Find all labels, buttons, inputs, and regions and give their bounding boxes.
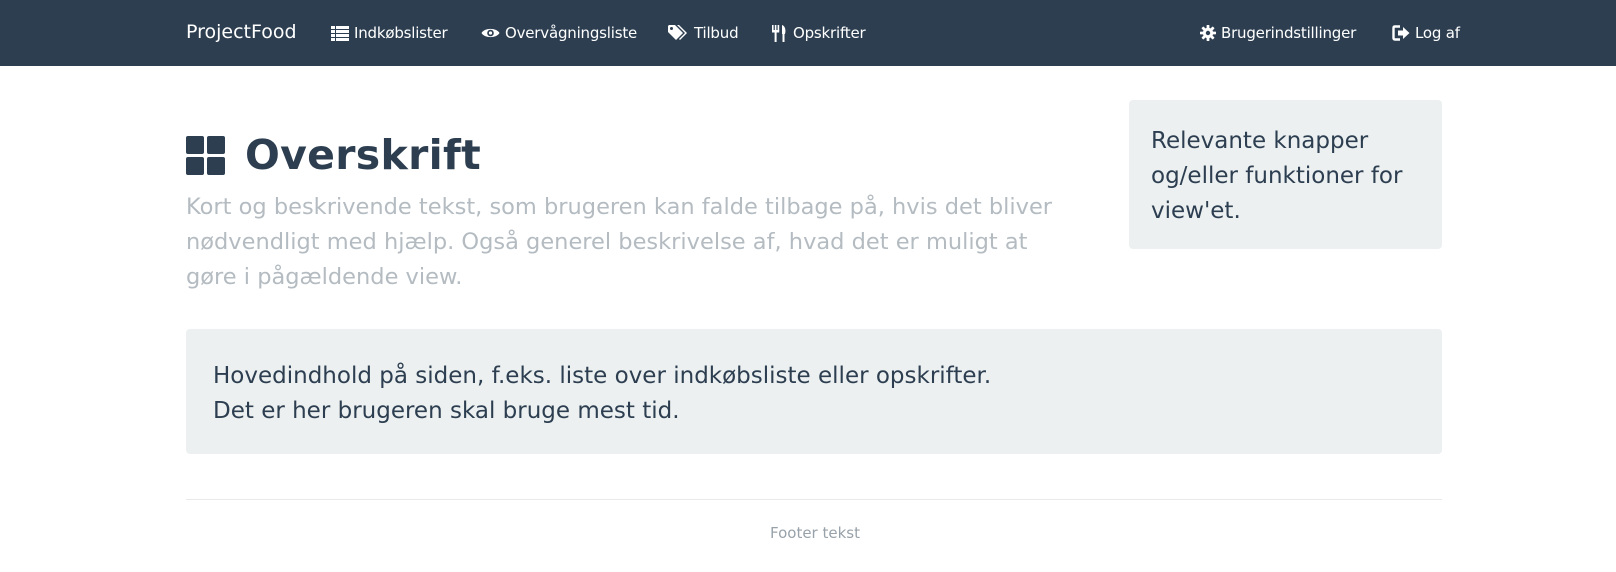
eye-icon [481,28,500,38]
nav-item-log-out[interactable]: Log af [1392,0,1460,66]
nav-item-watchlist[interactable]: Overvågningsliste [481,0,637,66]
page-title: Overskrift [245,131,481,179]
main-content-panel: Hovedindhold på siden, f.eks. liste over… [186,329,1442,454]
nav-item-label: Tilbud [694,24,739,42]
page-description: Kort og beskrivende tekst, som brugeren … [186,194,1053,290]
actions-panel-text: Relevante knapper og/eller funktioner fo… [1151,128,1403,224]
main-content-line: Det er her brugeren skal bruge mest tid. [213,398,680,424]
tags-icon [668,25,687,40]
nav-item-label: Overvågningsliste [505,24,638,42]
actions-panel: Relevante knapper og/eller funktioner fo… [1129,100,1442,249]
cutlery-icon [772,24,786,42]
nav-item-label: Brugerindstillinger [1221,24,1357,42]
nav-item-recipes[interactable]: Opskrifter [772,0,866,66]
nav-item-label: Indkøbslister [354,24,448,42]
nav-item-offers[interactable]: Tilbud [668,0,739,66]
top-navbar: ProjectFood Indkøbslister Overvågningsli… [0,0,1616,66]
nav-item-shopping-lists[interactable]: Indkøbslister [331,0,448,66]
main-content-line: Hovedindhold på siden, f.eks. liste over… [213,363,992,389]
gear-icon [1200,25,1216,41]
log-out-icon [1392,25,1410,41]
page-header: Overskrift [186,130,481,180]
brand-link[interactable]: ProjectFood [186,0,297,66]
nav-item-label: Opskrifter [793,24,866,42]
footer-text: Footer tekst [770,524,860,542]
nav-item-label: Log af [1415,24,1460,42]
nav-item-user-settings[interactable]: Brugerindstillinger [1200,0,1356,66]
dashboard-icon [186,135,225,175]
list-icon [331,25,349,41]
footer-divider [186,499,1442,500]
